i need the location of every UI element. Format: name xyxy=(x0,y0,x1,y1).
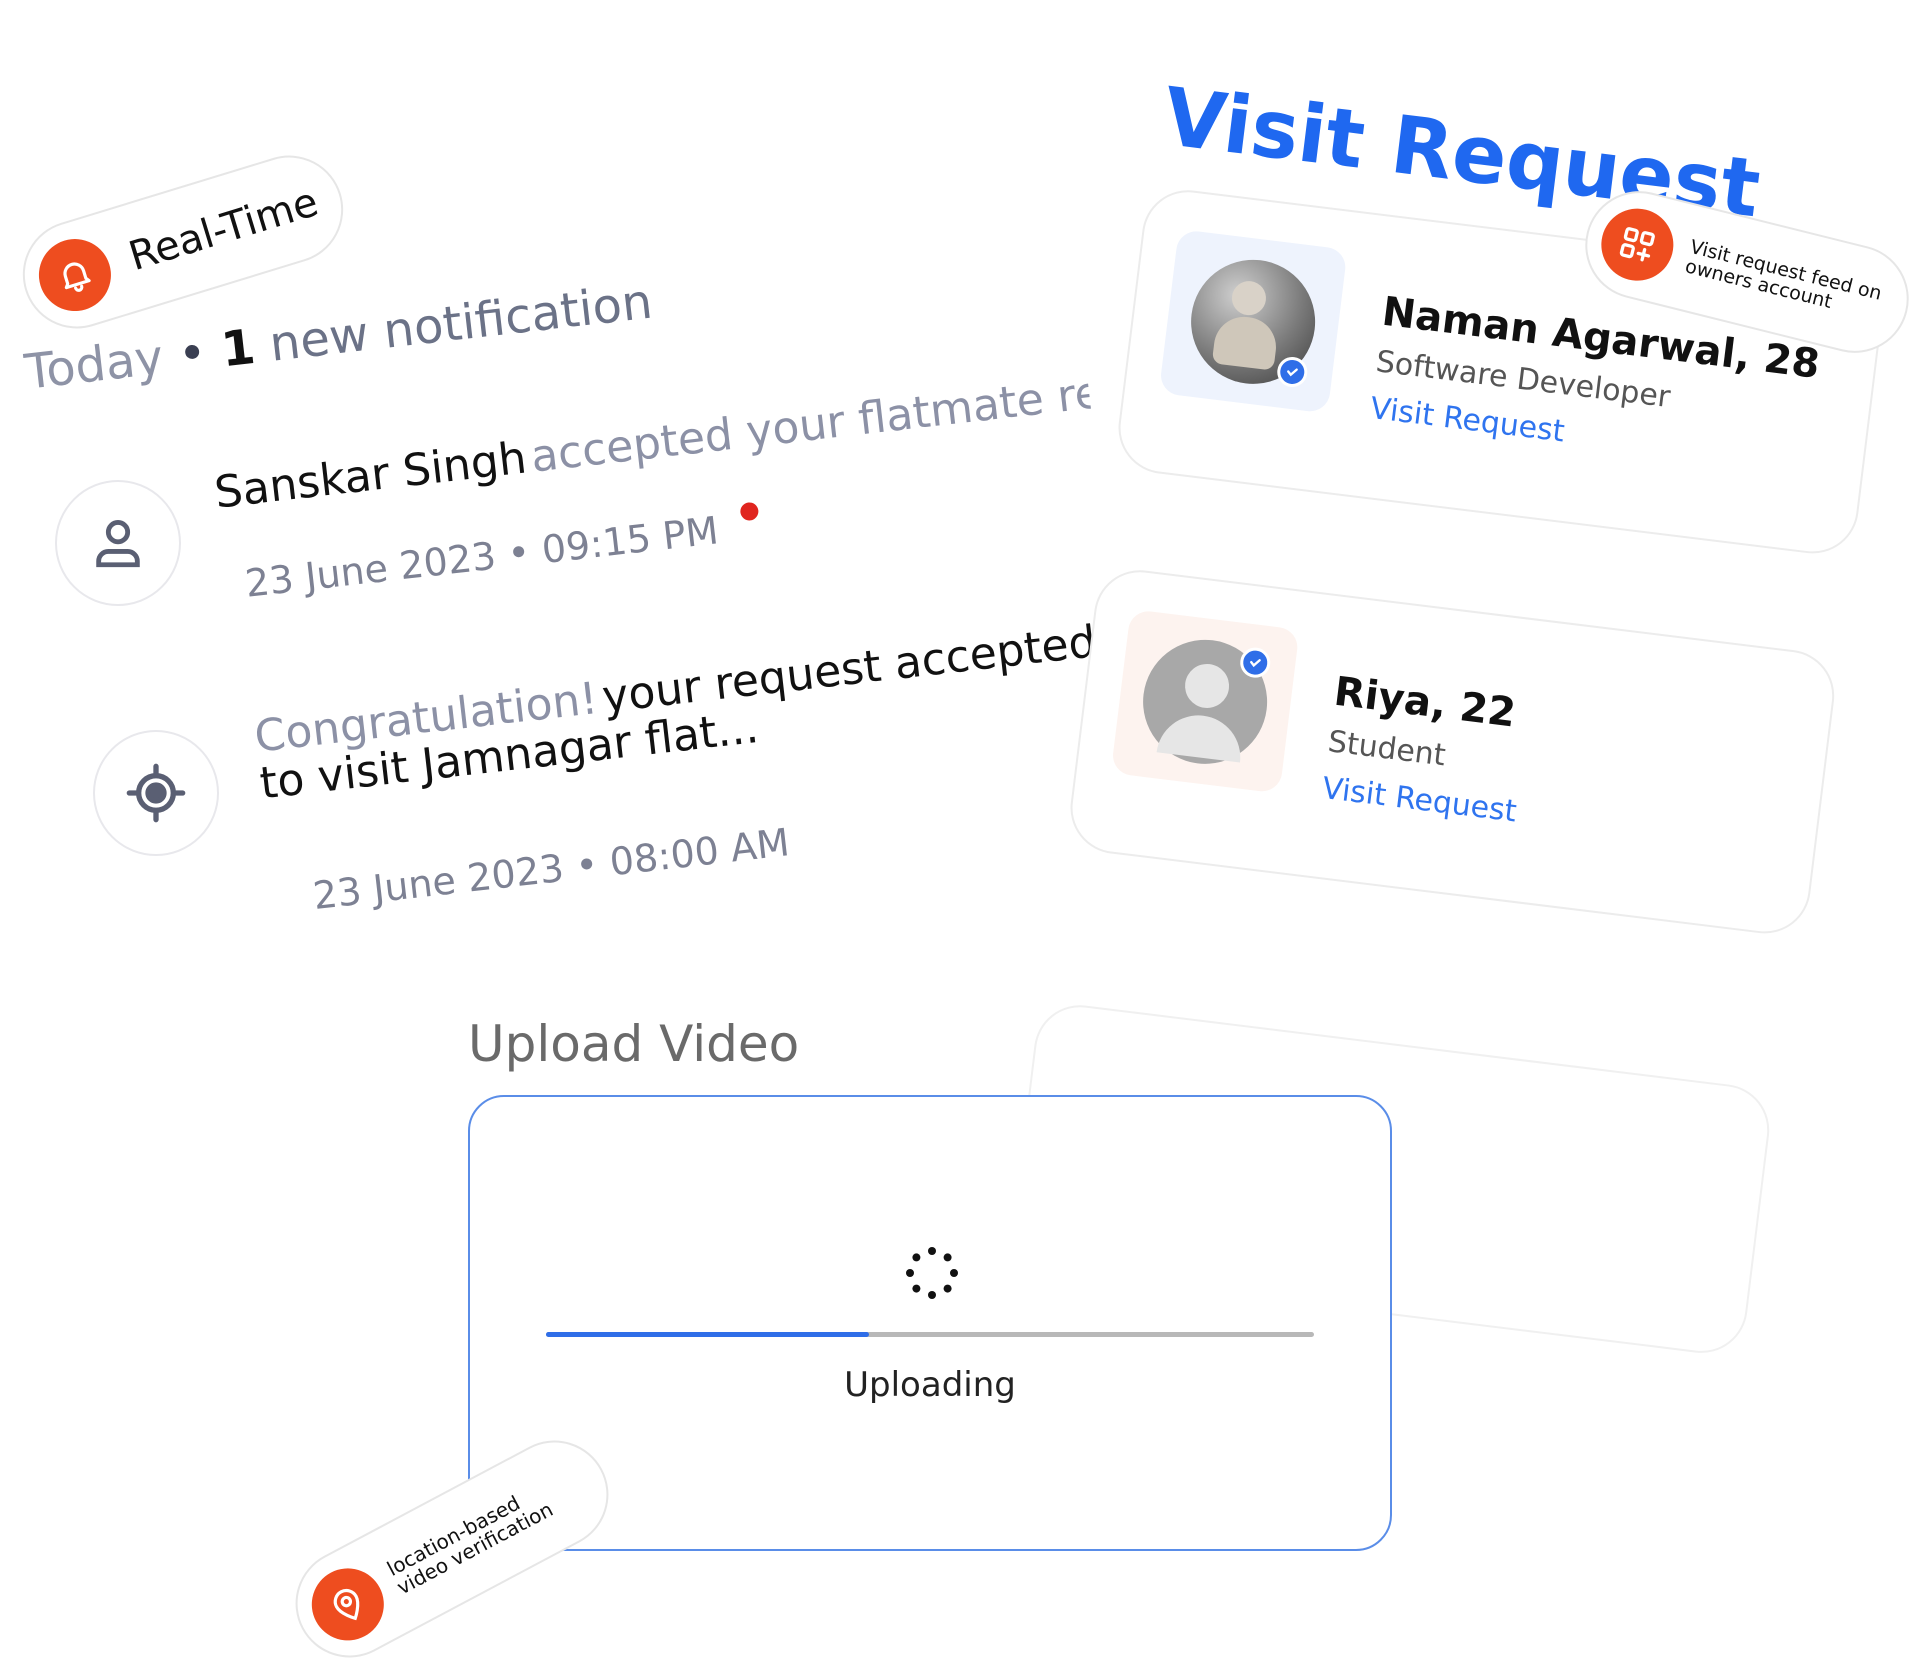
notification-time: 23 June 2023 • 08:00 AM xyxy=(310,820,792,919)
today-label: Today xyxy=(22,329,167,401)
realtime-label: Real-Time xyxy=(123,179,324,281)
notification-time: 23 June 2023 • 09:15 PM xyxy=(242,508,721,606)
avatar xyxy=(1158,229,1348,414)
upload-video-title: Upload Video xyxy=(468,1015,800,1073)
notification-item-1[interactable]: Sanskar Singh accepted your flatmate req… xyxy=(212,368,1102,608)
visit-request-link[interactable]: Visit Request xyxy=(1320,771,1518,830)
notification-text: accepted your flatmate request xyxy=(528,368,1093,483)
notification-count-suffix: new notification xyxy=(266,273,656,373)
target-icon xyxy=(126,763,186,823)
notification-user-avatar[interactable] xyxy=(55,480,181,606)
bell-icon xyxy=(29,230,120,320)
grid-plus-icon xyxy=(1593,201,1681,289)
verified-badge-icon xyxy=(1238,645,1273,679)
notification-target-avatar[interactable] xyxy=(93,730,219,856)
location-pin-icon xyxy=(299,1555,397,1654)
header-separator: • xyxy=(175,324,210,384)
avatar xyxy=(1110,609,1300,794)
notification-item-2[interactable]: Congratulation! your request accepted to… xyxy=(252,616,1117,922)
upload-progress-bar xyxy=(546,1332,1314,1337)
user-icon xyxy=(96,520,140,568)
upload-status: Uploading xyxy=(844,1365,1016,1405)
loading-spinner-icon xyxy=(906,1247,958,1299)
verified-badge-icon xyxy=(1275,354,1310,389)
upload-progress-fill xyxy=(546,1332,869,1337)
notification-count: 1 xyxy=(218,318,258,379)
notification-sender: Sanskar Singh xyxy=(212,432,530,519)
unread-dot xyxy=(739,501,760,522)
visit-request-card-2[interactable]: Riya, 22 Student Visit Request xyxy=(1065,565,1840,939)
